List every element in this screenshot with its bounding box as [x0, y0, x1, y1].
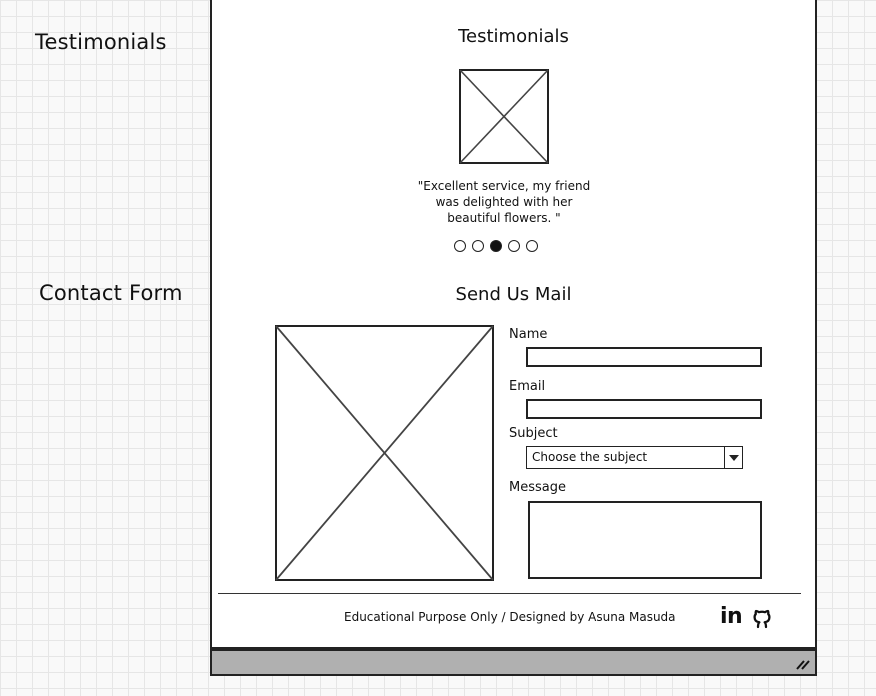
- message-label: Message: [509, 480, 566, 495]
- carousel-dot[interactable]: [490, 240, 502, 252]
- carousel-dot[interactable]: [508, 240, 520, 252]
- email-input[interactable]: [526, 399, 762, 419]
- subject-select[interactable]: Choose the subject: [526, 446, 743, 469]
- resize-grip-icon[interactable]: [794, 657, 810, 671]
- annotation-contact-form: Contact Form: [39, 281, 183, 305]
- footer-credit: Educational Purpose Only / Designed by A…: [344, 610, 676, 624]
- linkedin-icon[interactable]: in: [720, 604, 743, 629]
- contact-form-title: Send Us Mail: [455, 284, 572, 305]
- carousel-dot[interactable]: [526, 240, 538, 252]
- subject-selected-value: Choose the subject: [532, 450, 648, 464]
- github-icon[interactable]: [751, 607, 773, 629]
- subject-label: Subject: [509, 426, 558, 441]
- carousel-dots: [454, 240, 538, 254]
- annotation-testimonials: Testimonials: [35, 30, 167, 54]
- contact-image-placeholder-icon: [275, 325, 494, 581]
- name-input[interactable]: [526, 347, 762, 367]
- email-label: Email: [509, 379, 546, 394]
- status-bar: [210, 649, 817, 676]
- dropdown-arrow-icon[interactable]: [724, 447, 742, 468]
- browser-frame: Testimonials "Excellent service, my frie…: [210, 0, 817, 649]
- testimonial-quote: "Excellent service, my friend was deligh…: [417, 179, 591, 225]
- carousel-dot[interactable]: [472, 240, 484, 252]
- testimonials-title: Testimonials: [458, 26, 569, 47]
- testimonial-photo-placeholder-icon: [459, 69, 549, 164]
- name-label: Name: [509, 327, 548, 342]
- carousel-dot[interactable]: [454, 240, 466, 252]
- message-textarea[interactable]: [528, 501, 762, 579]
- footer-divider: [218, 593, 801, 594]
